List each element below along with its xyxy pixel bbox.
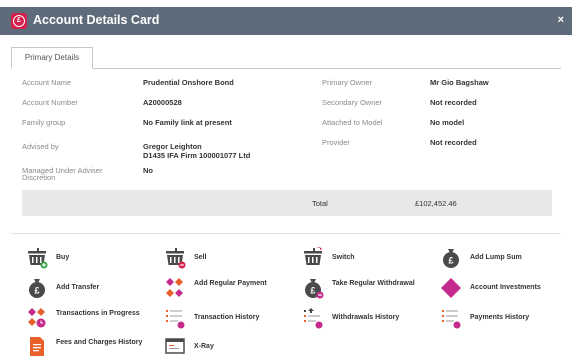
managed-value: No: [143, 166, 153, 175]
buy-label: Buy: [56, 254, 70, 261]
tab-primary-details[interactable]: Primary Details: [11, 47, 93, 69]
buy-button[interactable]: Buy: [26, 247, 156, 269]
account-investments-label: Account Investments: [470, 284, 541, 291]
fees-and-charges-history-label: Fees and Charges History: [56, 339, 143, 346]
total-label: Total: [312, 199, 328, 208]
secondary-owner-label: Secondary Owner: [322, 98, 383, 107]
title-bar: £ Account Details Card ×: [0, 7, 572, 35]
svg-text:£: £: [310, 286, 315, 296]
transaction-history-label: Transaction History: [194, 314, 260, 321]
diamonds-icon: [166, 278, 183, 297]
svg-text:£: £: [448, 256, 453, 266]
money-bag-icon: £: [29, 279, 45, 298]
document-icon: [30, 337, 44, 356]
primary-owner-label: Primary Owner: [322, 78, 373, 87]
family-group-value: No Family link at present: [143, 118, 232, 127]
managed-label-cont: Discretion: [22, 173, 56, 182]
list-icon: [442, 310, 461, 329]
payments-history-button[interactable]: Payments History: [440, 307, 570, 329]
diamond-icon: [441, 278, 461, 298]
provider-value: Not recorded: [430, 138, 477, 147]
add-transfer-label: Add Transfer: [56, 284, 100, 291]
advised-by-firm: D1435 IFA Firm 100001077 Ltd: [143, 151, 251, 160]
account-number-label: Account Number: [22, 98, 78, 107]
add-lump-sum-label: Add Lump Sum: [470, 254, 522, 261]
account-name-label: Account Name: [22, 78, 72, 87]
window-title: Account Details Card: [33, 13, 160, 27]
take-regular-withdrawal-label: Take Regular Withdrawal: [332, 280, 415, 287]
total-value: £102,452.46: [415, 199, 457, 208]
sell-button[interactable]: Sell: [164, 247, 294, 269]
transactions-in-progress-label: Transactions in Progress: [56, 310, 140, 317]
money-bag-icon: £: [443, 249, 459, 268]
account-investments-button[interactable]: Account Investments: [440, 277, 570, 299]
switch-label: Switch: [332, 254, 355, 261]
family-group-label: Family group: [22, 118, 66, 127]
xray-label: X-Ray: [194, 343, 214, 350]
tab-divider: [11, 68, 561, 69]
xray-button[interactable]: X-Ray: [164, 336, 294, 356]
add-regular-payment-button[interactable]: Add Regular Payment: [164, 277, 294, 299]
account-number-value: A20000528: [143, 98, 182, 107]
fees-and-charges-history-button[interactable]: Fees and Charges History: [26, 336, 156, 356]
switch-button[interactable]: Switch: [302, 247, 432, 269]
money-bag-minus-icon: £: [305, 279, 324, 299]
sell-label: Sell: [194, 254, 207, 261]
add-transfer-button[interactable]: £ Add Transfer: [26, 277, 156, 299]
advised-by-label: Advised by: [22, 142, 59, 151]
basket-plus-icon: [28, 248, 48, 269]
transactions-in-progress-button[interactable]: Transactions in Progress: [26, 307, 156, 329]
svg-text:£: £: [34, 286, 39, 296]
list-icon: [166, 310, 185, 329]
primary-owner-value: Mr Gio Bagshaw: [430, 78, 489, 87]
withdrawals-history-button[interactable]: Withdrawals History: [302, 307, 432, 329]
withdrawals-history-label: Withdrawals History: [332, 314, 400, 321]
attached-model-value: No model: [430, 118, 465, 127]
account-name-value: Prudential Onshore Bond: [143, 78, 234, 87]
add-lump-sum-button[interactable]: £ Add Lump Sum: [440, 247, 570, 269]
secondary-owner-value: Not recorded: [430, 98, 477, 107]
provider-label: Provider: [322, 138, 350, 147]
add-regular-payment-label: Add Regular Payment: [194, 280, 267, 287]
screen-icon: [165, 338, 185, 354]
attached-model-label: Attached to Model: [322, 118, 383, 127]
close-icon[interactable]: ×: [558, 14, 564, 26]
section-divider: [11, 233, 561, 234]
take-regular-withdrawal-button[interactable]: £ Take Regular Withdrawal: [302, 277, 432, 299]
payments-history-label: Payments History: [470, 314, 530, 321]
basket-minus-icon: [166, 248, 186, 269]
transaction-history-button[interactable]: Transaction History: [164, 307, 294, 329]
total-bar: Total £102,452.46: [22, 190, 552, 216]
list-icon: [304, 308, 323, 329]
brand-logo-icon: £: [11, 13, 27, 29]
diamonds-clock-icon: [28, 308, 46, 328]
basket-switch-icon: [304, 247, 322, 265]
